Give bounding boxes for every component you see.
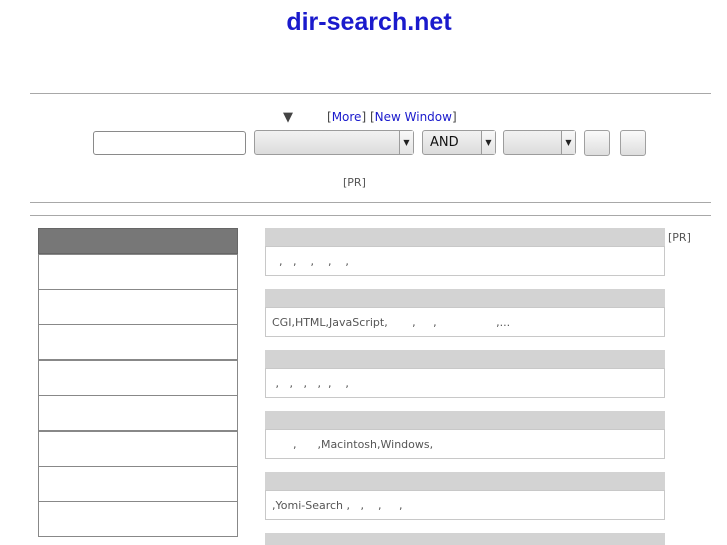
mid-divider-2 (30, 215, 711, 216)
sidebar-item[interactable] (38, 324, 238, 360)
sidebar-header (38, 228, 238, 254)
sidebar-item[interactable] (38, 289, 238, 325)
third-select[interactable]: ▼ (503, 130, 576, 155)
reset-button[interactable] (620, 130, 646, 156)
category-description: , , , , , (265, 246, 665, 276)
caret-down-icon: ▼ (561, 131, 575, 154)
sidebar-item[interactable] (38, 360, 238, 396)
category-title[interactable] (265, 533, 665, 545)
caret-down-icon: ▼ (399, 131, 413, 154)
sidebar-item[interactable] (38, 431, 238, 467)
operator-select[interactable]: AND ▼ (422, 130, 496, 155)
pr-label[interactable]: [PR] (668, 231, 691, 244)
category-description: ,Yomi-Search , , , , (265, 490, 665, 520)
category-description: , ,Macintosh,Windows, (265, 429, 665, 459)
sidebar-item[interactable] (38, 466, 238, 502)
caret-down-icon: ▼ (481, 131, 495, 154)
search-button[interactable] (584, 130, 610, 156)
category-description: , , , , , , (265, 368, 665, 398)
category-description: CGI,HTML,JavaScript, , , ,... (265, 307, 665, 337)
category-title[interactable] (265, 350, 665, 368)
search-input[interactable] (93, 131, 246, 155)
more-link[interactable]: More (332, 110, 362, 124)
sidebar-item[interactable] (38, 395, 238, 431)
category-title[interactable] (265, 472, 665, 490)
search-options-links: [More] [New Window] (327, 110, 457, 124)
triangle-icon: ▼ (283, 110, 293, 125)
category-title[interactable] (265, 289, 665, 307)
top-divider (30, 93, 711, 94)
category-title[interactable] (265, 228, 665, 246)
operator-select-value: AND (430, 135, 459, 150)
category-title[interactable] (265, 411, 665, 429)
pr-label[interactable]: [PR] (343, 176, 366, 189)
sidebar-item[interactable] (38, 254, 238, 290)
new-window-link[interactable]: New Window (375, 110, 452, 124)
sidebar-item[interactable] (38, 501, 238, 537)
site-title[interactable]: dir-search.net (0, 8, 727, 37)
mid-divider-1 (30, 202, 711, 203)
category-select[interactable]: ▼ (254, 130, 414, 155)
